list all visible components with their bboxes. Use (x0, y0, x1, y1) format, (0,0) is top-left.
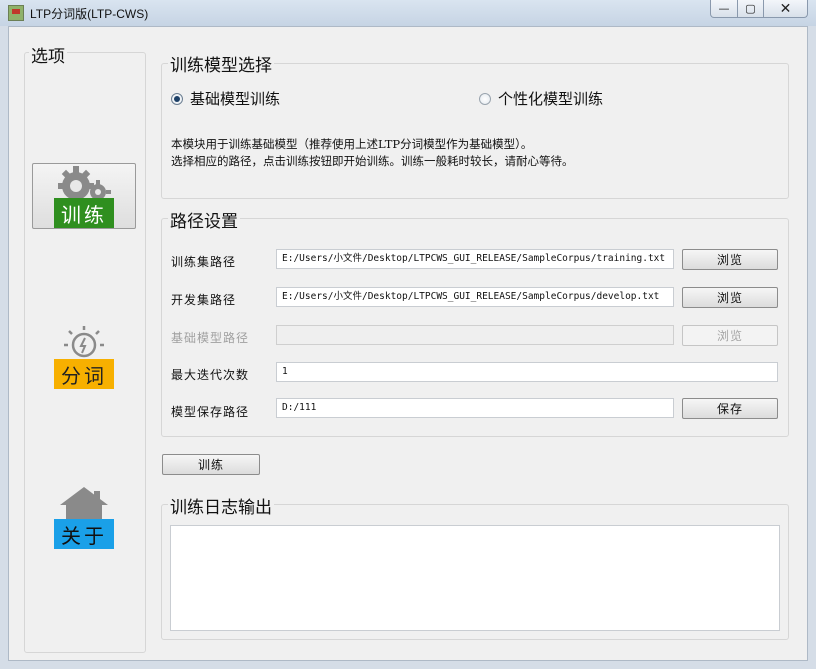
max-iterations-input[interactable]: 1 (276, 362, 778, 382)
nav-segment-button[interactable]: 分词 (32, 323, 136, 389)
title-bar: LTP分词版(LTP-CWS) — ▢ ✕ (0, 0, 816, 26)
base-model-path-label: 基础模型路径 (171, 331, 250, 345)
max-iterations-label: 最大迭代次数 (171, 368, 250, 382)
model-save-path-label: 模型保存路径 (171, 405, 250, 419)
maximize-button[interactable]: ▢ (738, 0, 764, 18)
develop-browse-button[interactable]: 浏览 (682, 287, 778, 308)
model-selection-title: 训练模型选择 (168, 51, 274, 76)
log-output[interactable] (170, 525, 780, 631)
radio-unchecked-icon (479, 92, 491, 105)
window-title: LTP分词版(LTP-CWS) (30, 7, 149, 21)
radio-personal-model[interactable]: 个性化模型训练 (479, 88, 603, 109)
main-window: 选项 训练 分词 关于 训练模型选择 基础模型训练 个性化模型训练 本模块用于训… (8, 26, 808, 661)
window-controls: — ▢ ✕ (710, 0, 808, 18)
path-settings-title: 路径设置 (168, 207, 240, 232)
nav-about-button[interactable]: 关于 (32, 483, 136, 549)
nav-about-label: 关于 (54, 519, 114, 549)
nav-segment-label: 分词 (54, 359, 114, 389)
training-browse-button[interactable]: 浏览 (682, 249, 778, 270)
log-title: 训练日志输出 (168, 493, 274, 518)
save-button[interactable]: 保存 (682, 398, 778, 419)
nav-train-button[interactable]: 训练 (32, 163, 136, 229)
minimize-button[interactable]: — (710, 0, 738, 18)
model-selection-group (161, 63, 789, 199)
radio-personal-model-label: 个性化模型训练 (498, 90, 604, 108)
description-line-2: 选择相应的路径，点击训练按钮即开始训练。训练一般耗时较长，请耐心等待。 (171, 154, 574, 168)
training-path-label: 训练集路径 (171, 255, 237, 269)
description-line-1: 本模块用于训练基础模型（推荐使用上述LTP分词模型作为基础模型）。 (171, 137, 533, 151)
model-save-path-input[interactable]: D:/111 (276, 398, 674, 418)
radio-checked-icon (171, 92, 183, 105)
house-icon (60, 487, 108, 521)
base-model-path-input (276, 325, 674, 345)
base-model-browse-button: 浏览 (682, 325, 778, 346)
options-title: 选项 (29, 42, 67, 67)
nav-train-label: 训练 (54, 198, 114, 228)
app-icon (8, 5, 24, 21)
close-button[interactable]: ✕ (764, 0, 808, 18)
develop-path-label: 开发集路径 (171, 293, 237, 307)
training-path-input[interactable]: E:/Users/小文件/Desktop/LTPCWS_GUI_RELEASE/… (276, 249, 674, 269)
train-button[interactable]: 训练 (162, 454, 260, 475)
clock-icon (64, 326, 104, 358)
radio-basic-model[interactable]: 基础模型训练 (171, 88, 280, 109)
radio-basic-model-label: 基础模型训练 (190, 90, 281, 108)
develop-path-input[interactable]: E:/Users/小文件/Desktop/LTPCWS_GUI_RELEASE/… (276, 287, 674, 307)
